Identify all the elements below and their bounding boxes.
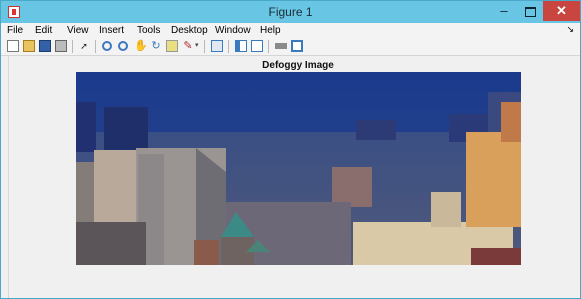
- city-skyline-image: [76, 72, 521, 265]
- toolbar-separator: [228, 40, 229, 53]
- menu-desktop[interactable]: Desktop: [171, 25, 208, 36]
- open-file-icon[interactable]: [23, 40, 35, 52]
- show-plot-tools-icon[interactable]: [291, 40, 303, 52]
- menu-edit[interactable]: Edit: [35, 25, 52, 36]
- menu-view[interactable]: View: [67, 25, 89, 36]
- data-cursor-icon[interactable]: [166, 40, 178, 52]
- rotate-3d-icon[interactable]: ↻: [150, 40, 162, 52]
- brush-dropdown-icon[interactable]: ▾: [195, 41, 199, 49]
- maximize-button[interactable]: [517, 1, 543, 21]
- menu-insert[interactable]: Insert: [99, 25, 124, 36]
- zoom-out-icon[interactable]: [118, 41, 128, 51]
- menu-bar: File Edit View Insert Tools Desktop Wind…: [1, 23, 580, 38]
- menu-tools[interactable]: Tools: [137, 25, 160, 36]
- insert-colorbar-icon[interactable]: [235, 40, 247, 52]
- link-plot-icon[interactable]: [211, 40, 223, 52]
- toolbar-separator: [204, 40, 205, 53]
- edit-plot-icon[interactable]: ➚: [78, 40, 90, 52]
- close-button[interactable]: ✕: [543, 1, 580, 21]
- print-figure-icon[interactable]: [55, 40, 67, 52]
- save-figure-icon[interactable]: [39, 40, 51, 52]
- zoom-in-icon[interactable]: [102, 41, 112, 51]
- menu-window[interactable]: Window: [215, 25, 251, 36]
- pan-icon[interactable]: ✋: [134, 40, 148, 52]
- insert-legend-icon[interactable]: [251, 40, 263, 52]
- toolbar-separator: [268, 40, 269, 53]
- hide-plot-tools-icon[interactable]: [275, 43, 287, 49]
- figure-window: Figure 1 – ✕ File Edit View Insert Tools…: [0, 0, 581, 299]
- defogged-image[interactable]: [76, 72, 521, 265]
- maximize-icon: [524, 6, 536, 17]
- menu-help[interactable]: Help: [260, 25, 281, 36]
- title-bar[interactable]: Figure 1 – ✕: [1, 1, 580, 23]
- brush-icon[interactable]: ✎: [182, 40, 194, 52]
- toolbar-separator: [72, 40, 73, 53]
- minimize-button[interactable]: –: [491, 1, 517, 21]
- menu-overflow-icon[interactable]: ↘: [566, 24, 574, 35]
- figure-toolbar: ➚ ✋ ↻ ✎ ▾: [1, 38, 580, 56]
- toolbar-separator: [95, 40, 96, 53]
- menu-file[interactable]: File: [7, 25, 23, 36]
- new-figure-icon[interactable]: [7, 40, 19, 52]
- axes-title: Defoggy Image: [262, 60, 334, 71]
